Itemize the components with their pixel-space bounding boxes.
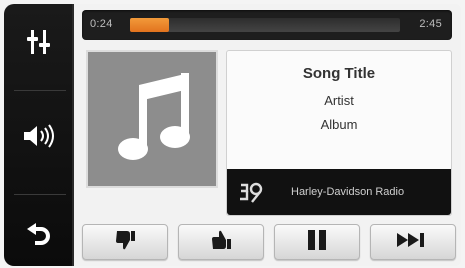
back-button[interactable]: [16, 216, 62, 256]
radio-source-icon: [237, 179, 269, 205]
pause-icon: [305, 228, 329, 257]
thumbs-down-button[interactable]: [82, 224, 168, 260]
eq-settings-button[interactable]: [16, 22, 62, 62]
playback-controls: [82, 224, 456, 262]
song-title: Song Title: [302, 65, 376, 82]
volume-icon: [22, 123, 56, 149]
source-label: Harley-Davidson Radio: [291, 186, 405, 198]
elapsed-time: 0:24: [90, 18, 113, 30]
volume-button[interactable]: [16, 116, 62, 156]
left-rail: [4, 4, 74, 266]
progress-fill: [130, 18, 170, 32]
rail-divider: [14, 90, 66, 91]
thumbs-up-button[interactable]: [178, 224, 264, 260]
artist-name: Artist: [324, 93, 354, 108]
skip-forward-icon: [397, 231, 429, 254]
track-info-panel: Song Title Artist Album Harley-Davidson …: [226, 50, 452, 216]
back-arrow-icon: [26, 223, 52, 249]
progress-track[interactable]: [130, 18, 400, 32]
album-name: Album: [320, 117, 358, 132]
album-art: [86, 50, 218, 188]
pause-button[interactable]: [274, 224, 360, 260]
rail-divider: [14, 194, 66, 195]
music-note-icon: [107, 69, 197, 170]
skip-forward-button[interactable]: [370, 224, 456, 260]
eq-settings-icon: [26, 28, 52, 56]
thumbs-up-icon: [210, 229, 232, 256]
now-playing: 0:24 2:45 Song Title Artist Album Harley…: [78, 4, 461, 266]
progress-bar: 0:24 2:45: [82, 10, 452, 40]
source-bar[interactable]: Harley-Davidson Radio: [227, 169, 451, 215]
thumbs-down-icon: [114, 229, 136, 256]
total-duration: 2:45: [419, 18, 442, 30]
